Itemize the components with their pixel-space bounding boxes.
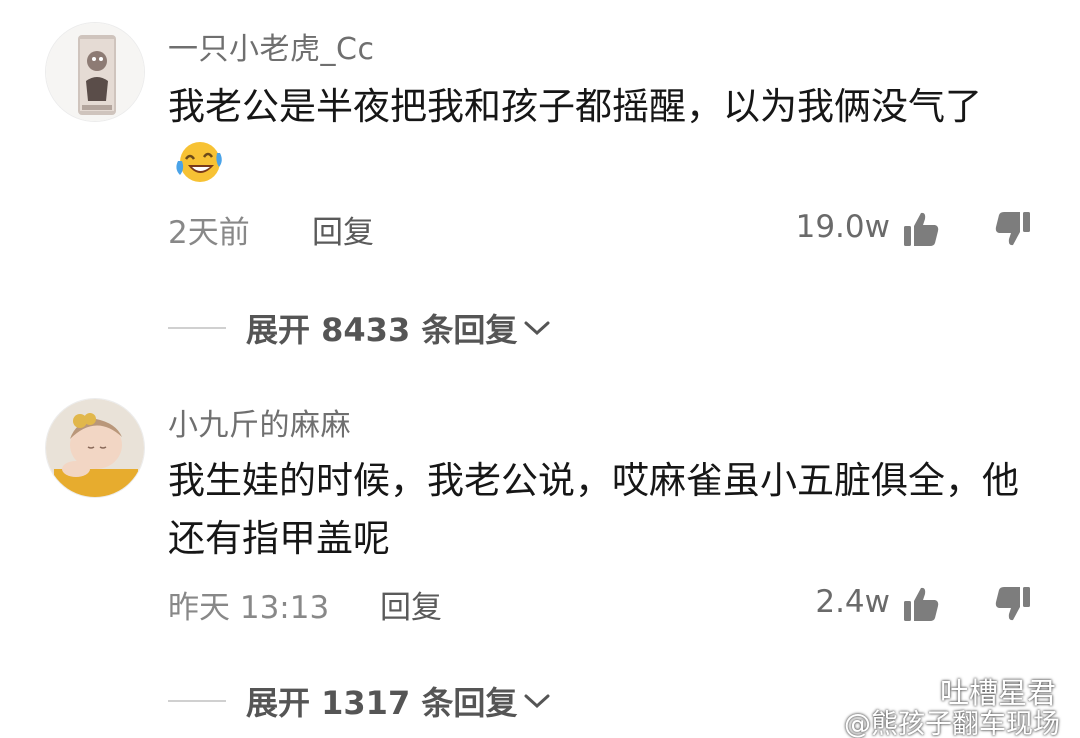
watermark-handle: @熊孩子翻车现场 [844, 709, 1060, 738]
like-count: 2.4w [815, 584, 890, 620]
laughing-tears-emoji-icon [176, 142, 222, 182]
tiger-mug-avatar-icon [46, 23, 144, 121]
expand-replies-button[interactable]: 展开 8433 条回复 [168, 305, 551, 351]
thumbs-up-icon[interactable] [902, 210, 940, 248]
comment-text-body: 我老公是半夜把我和孩子都摇醒，以为我俩没气了 [168, 85, 982, 128]
comment-time: 2天前 [168, 215, 250, 251]
wechat-icon [896, 672, 932, 701]
like-count: 19.0w [795, 209, 890, 245]
thumbs-down-icon[interactable] [994, 210, 1032, 248]
watermark: 吐槽星君 @熊孩子翻车现场 [800, 668, 1075, 738]
comment-username[interactable]: 小九斤的麻麻 [168, 400, 351, 444]
comment-time: 昨天 13:13 [168, 590, 330, 626]
comment-text-body: 我生娃的时候，我老公说，哎麻雀虽小五脏俱全，他还有指甲盖呢 [168, 459, 1019, 560]
comment-text: 我生娃的时候，我老公说，哎麻雀虽小五脏俱全，他还有指甲盖呢 [168, 452, 1028, 568]
baby-photo-avatar-icon [46, 399, 144, 497]
comment-username[interactable]: 一只小老虎_Cc [168, 24, 374, 68]
reply-button[interactable]: 回复 [312, 207, 374, 252]
comment-list: 一只小老虎_Cc 我老公是半夜把我和孩子都摇醒，以为我俩没气了 2天前 回复 1… [0, 0, 1080, 738]
expand-replies-label: 展开 1317 条回复 [246, 684, 518, 722]
chevron-down-icon [524, 321, 550, 336]
expand-replies-button[interactable]: 展开 1317 条回复 [168, 678, 551, 724]
divider-line [168, 700, 226, 702]
reply-button[interactable]: 回复 [380, 582, 442, 627]
avatar[interactable] [45, 398, 145, 498]
chevron-down-icon [524, 694, 550, 709]
thumbs-down-icon[interactable] [994, 585, 1032, 623]
expand-replies-label: 展开 8433 条回复 [246, 311, 518, 349]
thumbs-up-icon[interactable] [902, 585, 940, 623]
weibo-icon [806, 706, 840, 733]
avatar[interactable] [45, 22, 145, 122]
comment-text: 我老公是半夜把我和孩子都摇醒，以为我俩没气了 [168, 78, 1028, 194]
divider-line [168, 327, 226, 329]
